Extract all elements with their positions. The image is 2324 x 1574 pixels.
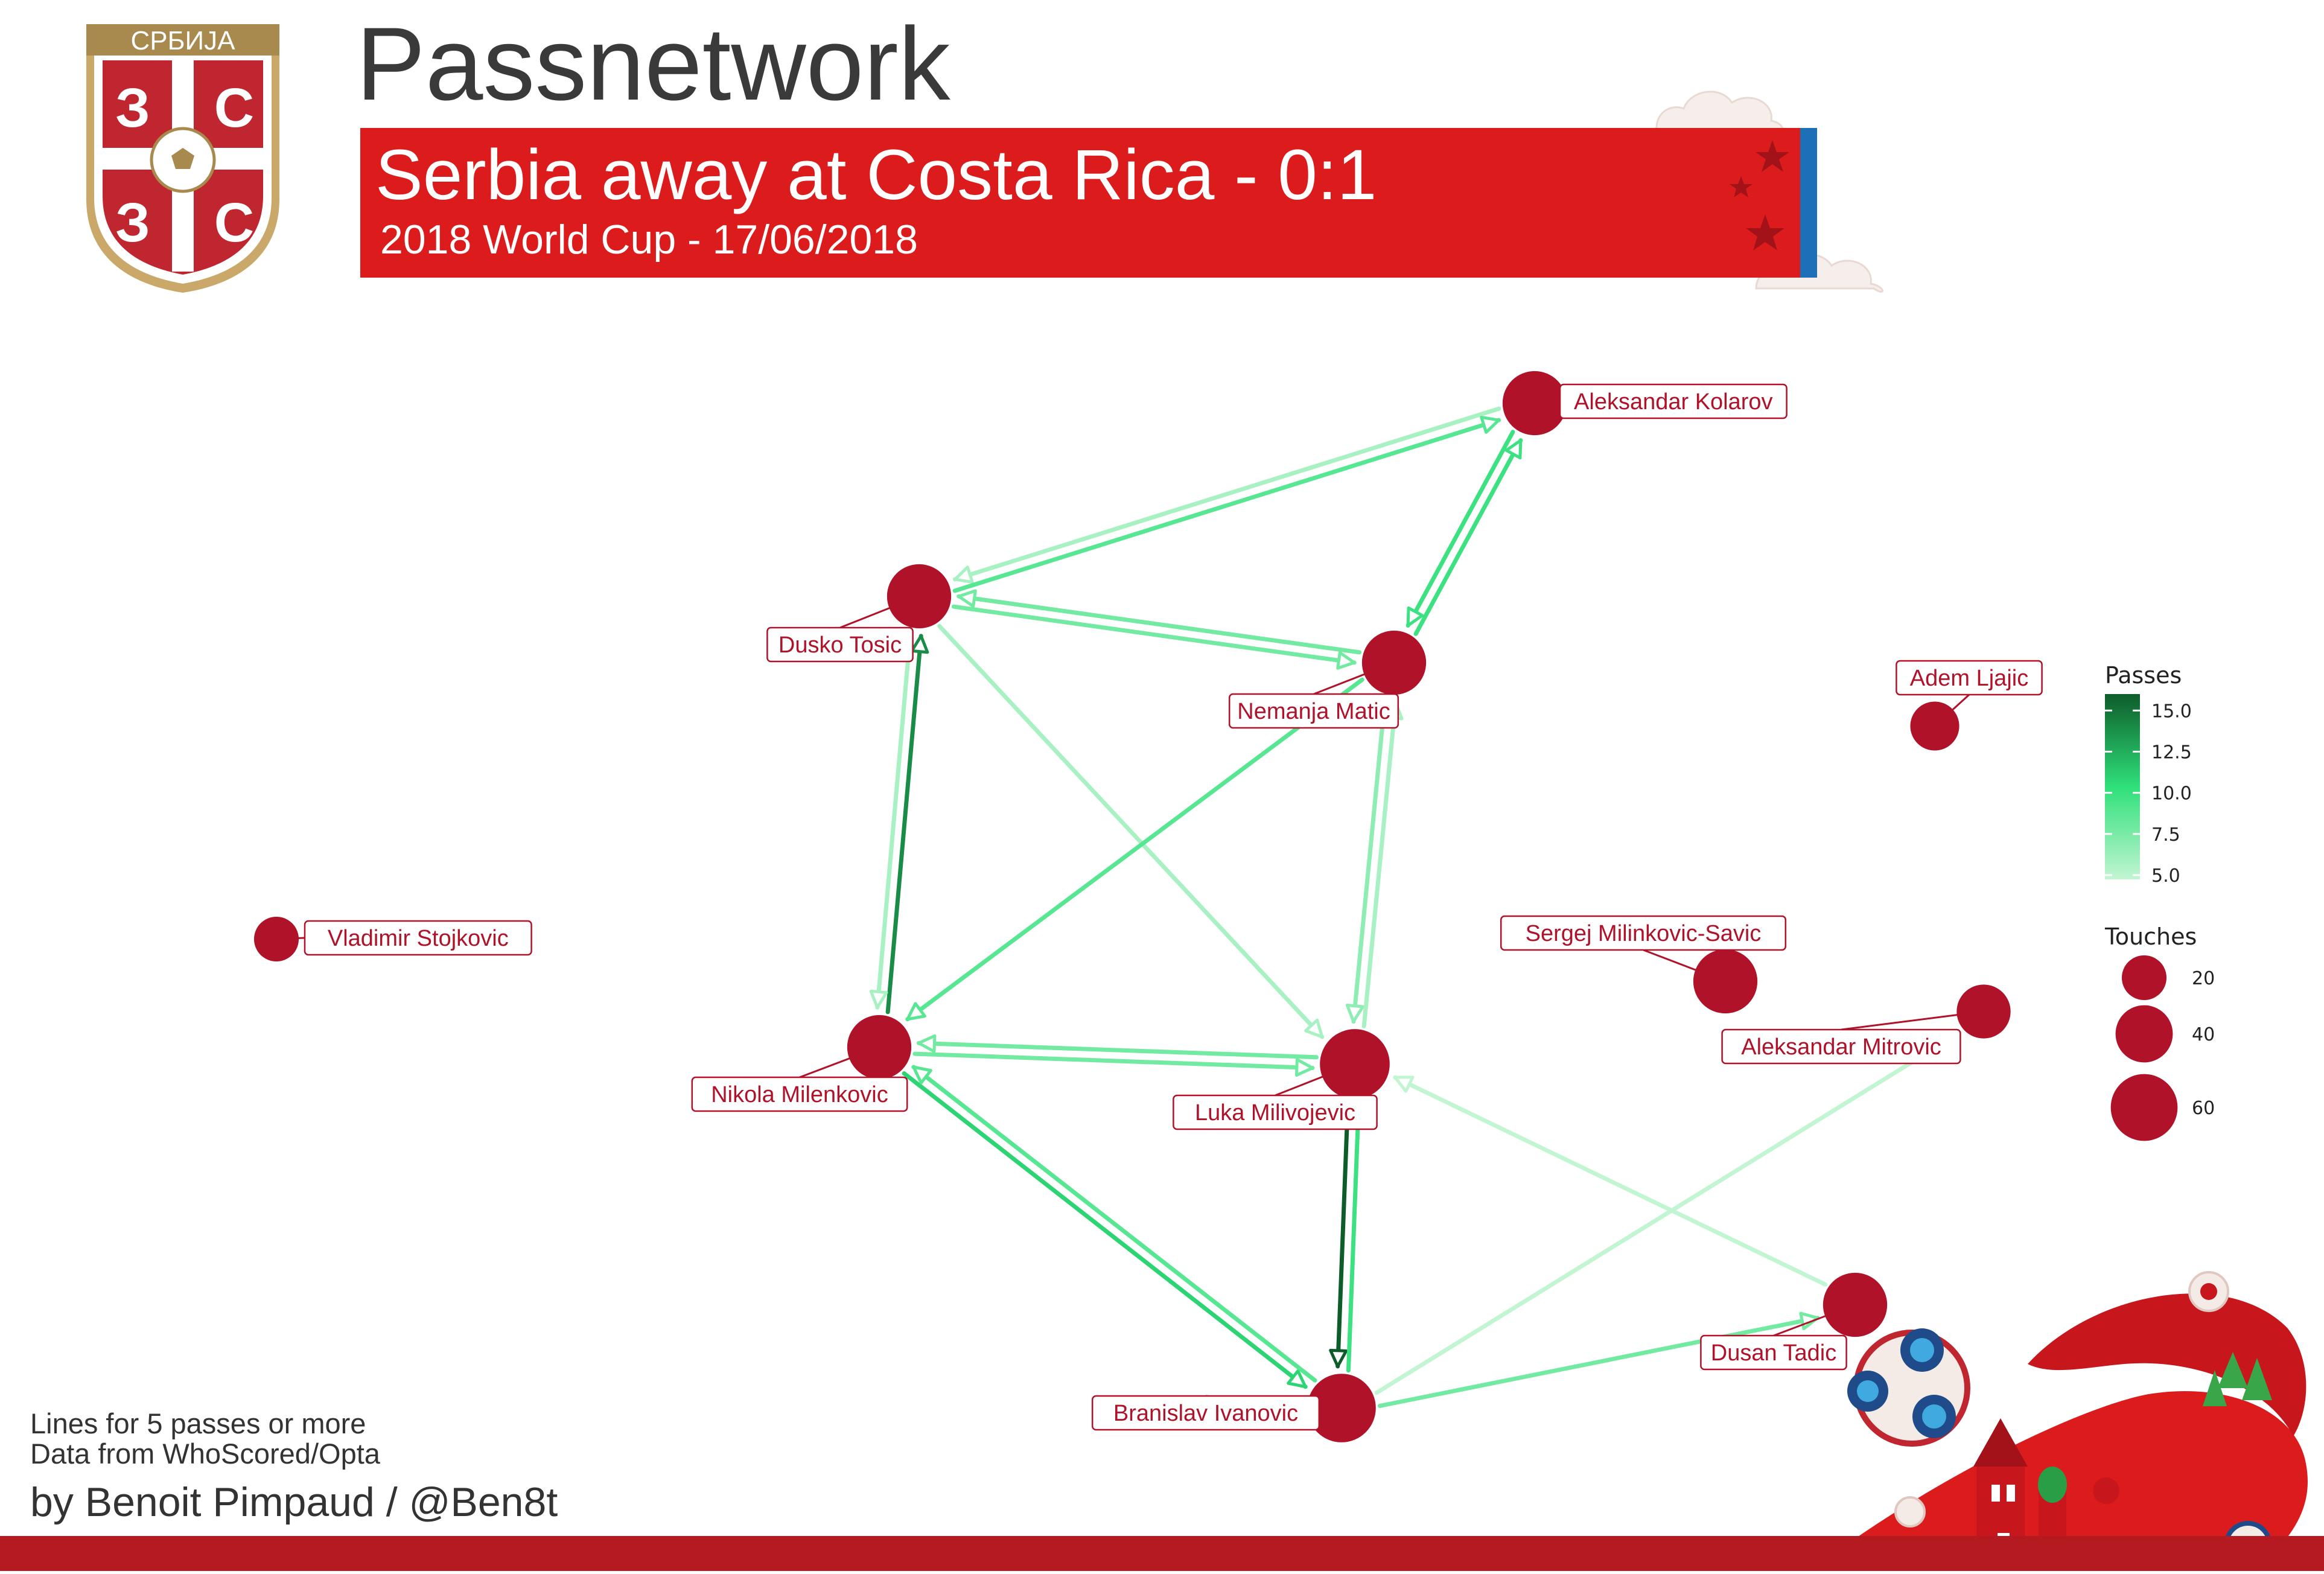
svg-text:З: З (115, 77, 150, 139)
player-circle[interactable] (1956, 984, 2011, 1039)
player-name: Aleksandar Mitrovic (1741, 1034, 1941, 1060)
arrowhead (869, 989, 888, 1009)
player-name: Adem Ljajic (1910, 666, 2028, 691)
player-node-milenkovic[interactable]: Nikola Milenkovic (691, 1015, 912, 1112)
arrowhead (1329, 1348, 1348, 1368)
player-circle[interactable] (1823, 1272, 1888, 1337)
pass-edge-milivojevic-ivanovic (1329, 1100, 1351, 1369)
author-credit: by Benoit Pimpaud / @Ben8t (30, 1479, 558, 1525)
player-node-ljajic[interactable]: Adem Ljajic (1896, 660, 2043, 751)
serbia-crest-logo: СРБИЈА З С З С (86, 24, 279, 293)
arrowhead (917, 1034, 937, 1053)
player-node-ivanovic[interactable]: Branislav Ivanovic (1091, 1374, 1376, 1442)
passes-colorbar (2105, 694, 2140, 879)
player-circle[interactable] (1320, 1029, 1390, 1099)
passes-tick-label: 12.5 (2151, 742, 2192, 763)
player-circle[interactable] (847, 1015, 912, 1080)
passes-tick-label: 10.0 (2151, 783, 2192, 805)
touches-legend-title: Touches (2104, 923, 2197, 950)
footer-note-source: Data from WhoScored/Opta (30, 1438, 381, 1470)
pass-edge-kolarov-tosic (952, 406, 1501, 584)
world-cup-decoration (1810, 1271, 2308, 1571)
pass-network-figure: СРБИЈА З С З С Passnetwork Serbia away a… (0, 0, 2324, 1571)
arrowhead (953, 566, 974, 584)
player-name: Luka Milivojevic (1195, 1100, 1355, 1126)
touches-key-circle (2121, 955, 2167, 1001)
touches-key-label: 60 (2192, 1098, 2215, 1119)
player-circle[interactable] (1361, 630, 1427, 695)
player-circle[interactable] (887, 564, 952, 629)
title-banner: Serbia away at Costa Rica - 0:1 2018 Wor… (360, 128, 1817, 278)
arrowhead (1294, 1058, 1314, 1077)
arrowhead (1336, 651, 1356, 670)
pass-edges (869, 406, 1960, 1408)
pass-edge-ivanovic-milivojevic (1346, 1104, 1367, 1373)
pass-edge-matic-tosic (957, 589, 1362, 655)
svg-text:С: С (214, 192, 254, 253)
player-name: Aleksandar Kolarov (1574, 389, 1773, 415)
pass-edge-kolarov-matic (1406, 430, 1515, 628)
player-name: Branislav Ivanovic (1113, 1401, 1298, 1426)
player-circle[interactable] (1502, 371, 1567, 436)
player-node-matic[interactable]: Nemanja Matic (1228, 630, 1427, 729)
touches-key-circle (2110, 1074, 2178, 1141)
svg-text:З: З (115, 192, 150, 253)
svg-text:С: С (214, 77, 254, 139)
player-node-milivojevic[interactable]: Luka Milivojevic (1173, 1029, 1390, 1130)
player-circle[interactable] (1910, 701, 1959, 751)
passes-legend: Passes 15.0 12.5 10.0 7.5 5.0 (2105, 662, 2192, 887)
passes-tick-label: 15.0 (2151, 701, 2192, 722)
player-name: Dusko Tosic (778, 632, 902, 658)
crest-text: СРБИЈА (131, 26, 236, 56)
banner-subtitle: 2018 World Cup - 17/06/2018 (380, 217, 918, 263)
arrowhead (1393, 1075, 1415, 1093)
pass-edge-tosic-milivojevic (937, 623, 1325, 1039)
pass-edge-tosic-matic (951, 604, 1357, 670)
player-node-milinkovic[interactable]: Sergej Milinkovic-Savic (1500, 915, 1787, 1014)
bottom-band (0, 1536, 2324, 1571)
touches-key-label: 40 (2192, 1024, 2215, 1045)
player-name: Nikola Milenkovic (711, 1082, 888, 1107)
player-node-mitrovic[interactable]: Aleksandar Mitrovic (1721, 984, 2011, 1065)
touches-key-circle (2115, 1005, 2173, 1063)
passes-legend-title: Passes (2105, 662, 2182, 689)
passes-tick-label: 7.5 (2151, 824, 2180, 846)
touches-legend: Touches 20 40 60 (2104, 923, 2215, 1141)
banner-title: Serbia away at Costa Rica - 0:1 (375, 135, 1377, 215)
player-name: Dusan Tadic (1711, 1340, 1836, 1366)
player-circle[interactable] (253, 916, 299, 962)
pass-edge-ivanovic-mitrovic (1374, 1031, 1960, 1395)
player-name: Sergej Milinkovic-Savic (1526, 921, 1762, 946)
pass-edge-tosic-kolarov (952, 415, 1501, 593)
passes-tick-label: 5.0 (2151, 865, 2180, 887)
arrowhead (957, 589, 977, 608)
pass-edge-tadic-milivojevic (1393, 1075, 1828, 1287)
touches-key-label: 20 (2192, 968, 2215, 989)
footer-note-threshold: Lines for 5 passes or more (30, 1407, 366, 1439)
pass-edge-matic-milenkovic (905, 677, 1364, 1022)
arrowhead (1345, 1003, 1364, 1024)
pass-edge-matic-kolarov (1413, 438, 1523, 636)
player-circle[interactable] (1693, 949, 1758, 1014)
player-name: Vladimir Stojkovic (328, 926, 509, 951)
player-node-kolarov[interactable]: Aleksandar Kolarov (1502, 371, 1788, 436)
player-node-stojkovic[interactable]: Vladimir Stojkovic (253, 916, 532, 962)
page-title: Passnetwork (356, 6, 951, 122)
arrowhead (1799, 1311, 1819, 1331)
arrowhead (1480, 415, 1501, 434)
player-name: Nemanja Matic (1237, 699, 1390, 724)
arrowhead (910, 634, 929, 654)
